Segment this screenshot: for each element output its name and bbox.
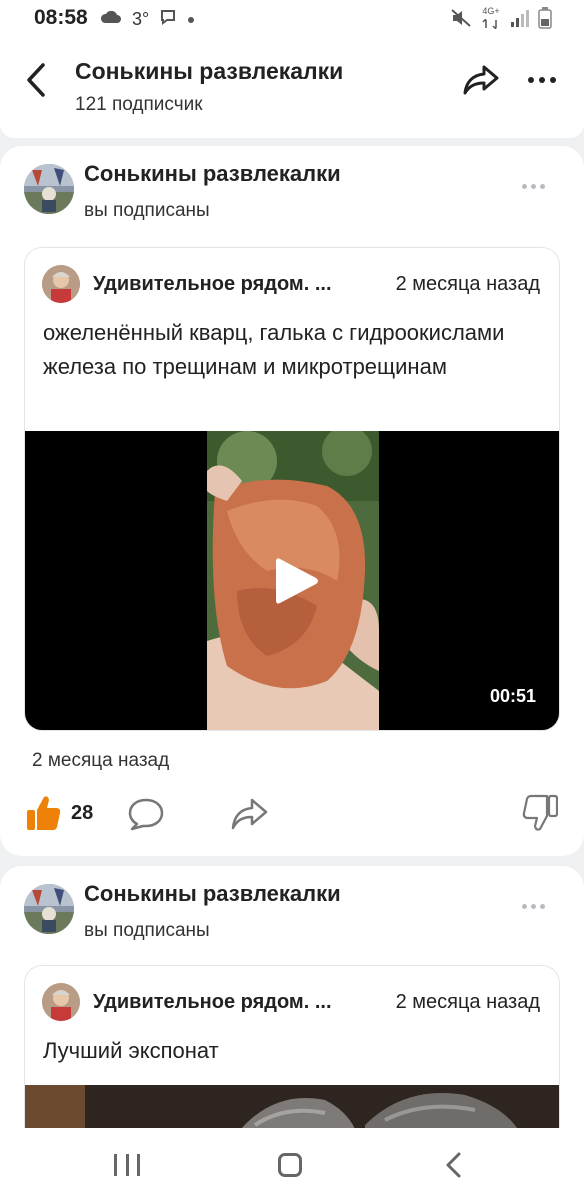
group-avatar[interactable]: [24, 164, 74, 214]
network-4g-icon: 4G+: [480, 7, 502, 34]
source-avatar[interactable]: [42, 265, 80, 303]
comment-button[interactable]: [126, 796, 166, 832]
video-player[interactable]: 00:51: [25, 431, 559, 730]
back-button[interactable]: [18, 60, 54, 100]
video-duration: 00:51: [489, 686, 536, 706]
group-name[interactable]: Сонькины развлекалки: [84, 881, 341, 907]
group-name[interactable]: Сонькины развлекалки: [84, 161, 341, 187]
message-icon: [159, 8, 177, 31]
status-temperature: 3°: [132, 9, 150, 29]
comment-icon: [128, 798, 164, 831]
cloud-icon: [100, 9, 122, 30]
post-options-button[interactable]: [522, 904, 545, 909]
repost-block[interactable]: Удивительное рядом. ... 2 месяца назад о…: [24, 247, 560, 731]
source-time: 2 месяца назад: [395, 273, 540, 295]
network-label: 4G+: [482, 6, 500, 16]
like-count: 28: [71, 802, 94, 824]
source-time: 2 месяца назад: [395, 991, 540, 1013]
subscriber-count: 121 подписчик: [75, 94, 203, 115]
battery-icon: [538, 7, 552, 34]
signal-icon: [510, 8, 530, 33]
page-title: Сонькины развлекалки: [75, 58, 344, 84]
play-icon[interactable]: [272, 555, 322, 607]
subscription-status: вы подписаны: [84, 920, 210, 941]
recent-apps-button[interactable]: [114, 1154, 140, 1176]
dislike-button[interactable]: [522, 794, 559, 832]
status-bar: 08:58 3° 4G+: [0, 0, 584, 38]
app-header: Сонькины развлекалки 121 подписчик: [0, 38, 584, 124]
post-text: Лучший экспонат: [43, 1038, 219, 1063]
source-name[interactable]: Удивительное рядом. ...: [93, 273, 332, 296]
subscription-status: вы подписаны: [84, 200, 210, 221]
source-avatar[interactable]: [42, 983, 80, 1021]
share-icon: [231, 798, 268, 830]
more-icon[interactable]: [520, 68, 564, 92]
header-share-button[interactable]: [460, 60, 502, 100]
source-name[interactable]: Удивительное рядом. ...: [93, 991, 332, 1014]
like-button[interactable]: [26, 794, 62, 832]
post-text: ожеленённый кварц, галька с гидроокислам…: [43, 320, 505, 379]
share-icon: [463, 65, 499, 95]
post-actions: 28: [0, 794, 584, 834]
chevron-left-icon: [446, 1152, 461, 1178]
previous-card-edge: [0, 124, 584, 138]
post-options-button[interactable]: [522, 184, 545, 189]
post-time: 2 месяца назад: [32, 750, 170, 771]
share-button[interactable]: [229, 796, 269, 832]
post-card: Сонькины развлекалки вы подписаны Удивит…: [0, 146, 584, 856]
post-card: Сонькины развлекалки вы подписаны Удивит…: [0, 866, 584, 1165]
mute-icon: [450, 8, 472, 33]
home-button[interactable]: [278, 1153, 302, 1177]
thumb-up-icon: [27, 796, 61, 830]
system-nav-bar: [0, 1128, 584, 1200]
group-avatar[interactable]: [24, 884, 74, 934]
back-arrow-icon: [27, 63, 45, 97]
thumb-down-icon: [522, 794, 559, 831]
status-time: 08:58: [34, 6, 88, 29]
dot-icon: [187, 11, 195, 29]
system-back-button[interactable]: [440, 1150, 468, 1180]
